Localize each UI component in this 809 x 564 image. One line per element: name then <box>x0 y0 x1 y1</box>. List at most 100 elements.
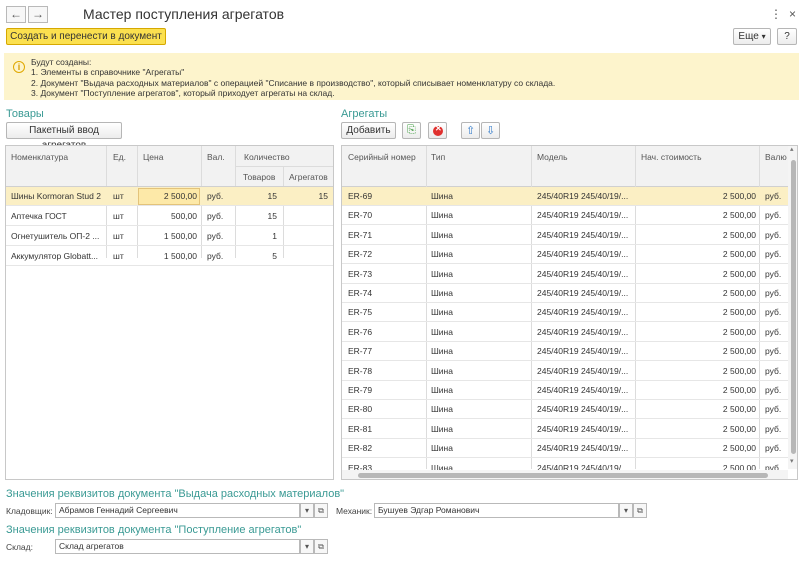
move-up-button[interactable]: ⇧ <box>461 122 480 139</box>
cell-price: 2 500,00 <box>163 191 197 201</box>
storekeeper-open-button[interactable]: ⧉ <box>314 503 328 518</box>
delete-button[interactable]: ✕ <box>428 122 447 139</box>
open-icon: ⧉ <box>318 542 324 551</box>
units-horizontal-scrollbar[interactable] <box>342 470 788 479</box>
cell-currency: руб. <box>765 365 782 376</box>
table-row[interactable]: ER-70 Шина 245/40R19 245/40/19/... 2 500,00… <box>342 206 788 226</box>
cell-cost: 2 500,00 <box>722 191 756 201</box>
column-header-currency[interactable]: Вал. <box>207 152 225 162</box>
column-header-unit[interactable]: Ед. <box>113 152 126 162</box>
storekeeper-field[interactable]: Абрамов Геннадий Сергеевич <box>55 503 300 518</box>
cell-cost: 2 500,00 <box>722 268 756 279</box>
cell-model: 245/40R19 245/40/19/... <box>537 249 629 260</box>
cell-item: Аккумулятор Globatt... <box>11 251 99 261</box>
table-row[interactable]: ER-71 Шина 245/40R19 245/40/19/... 2 500,00… <box>342 226 788 245</box>
cell-currency: руб. <box>765 229 782 240</box>
cell-serial: ER-72 <box>348 249 373 260</box>
cell-serial: ER-71 <box>348 229 373 240</box>
cell-cost: 2 500,00 <box>722 346 756 357</box>
table-row[interactable]: Шины Kormoran Stud 2 шт 2 500,00 руб. 15… <box>6 187 333 206</box>
add-button[interactable]: Добавить <box>341 122 396 139</box>
info-line: 3. Документ "Поступление агрегатов", кот… <box>31 88 335 98</box>
units-vertical-scrollbar[interactable]: ▴ ▾ <box>788 146 797 469</box>
batch-input-button[interactable]: Пакетный ввод агрегатов <box>6 122 122 151</box>
column-header-model[interactable]: Модель <box>537 152 568 162</box>
warehouse-dropdown-button[interactable]: ▾ <box>300 539 314 554</box>
forward-button[interactable]: → <box>28 6 48 23</box>
column-header-quantity[interactable]: Количество <box>244 152 290 162</box>
open-icon: ⧉ <box>637 506 643 515</box>
table-row[interactable]: ER-79 Шина 245/40R19 245/40/19/... 2 500,00… <box>342 381 788 400</box>
cell-item: Шины Kormoran Stud 2 <box>11 191 101 201</box>
scroll-down-icon[interactable]: ▾ <box>790 457 794 465</box>
cell-type: Шина <box>431 249 453 260</box>
cell-price: 1 500,00 <box>163 251 197 261</box>
copy-button[interactable]: ⎘ <box>402 122 421 139</box>
vertical-scroll-thumb[interactable] <box>791 160 796 454</box>
goods-table[interactable]: Номенклатура Ед. Цена Вал. Количество То… <box>5 145 334 480</box>
warehouse-open-button[interactable]: ⧉ <box>314 539 328 554</box>
cell-model: 245/40R19 245/40/19/... <box>537 288 629 298</box>
arrow-left-icon: ← <box>10 7 22 21</box>
cell-type: Шина <box>431 365 453 376</box>
cell-serial: ER-80 <box>348 404 373 415</box>
column-header-item[interactable]: Номенклатура <box>11 152 68 162</box>
move-down-button[interactable]: ⇩ <box>481 122 500 139</box>
storekeeper-dropdown-button[interactable]: ▾ <box>300 503 314 518</box>
table-row[interactable]: Огнетушитель ОП-2 ... шт 1 500,00 руб. 1 <box>6 227 333 246</box>
table-row[interactable]: ER-77 Шина 245/40R19 245/40/19/... 2 500,00… <box>342 342 788 362</box>
cell-serial: ER-74 <box>348 288 373 298</box>
table-row[interactable]: Аккумулятор Globatt... шт 1 500,00 руб. … <box>6 247 333 266</box>
units-table[interactable]: Серийный номер Тип Модель Нач. стоимость… <box>341 145 798 480</box>
warehouse-label: Склад: <box>6 542 33 552</box>
scroll-up-icon[interactable]: ▴ <box>790 146 794 153</box>
receipt-doc-title: Значения реквизитов документа "Поступлен… <box>6 524 302 536</box>
mechanic-open-button[interactable]: ⧉ <box>633 503 647 518</box>
table-row[interactable]: ER-78 Шина 245/40R19 245/40/19/... 2 500,00… <box>342 362 788 381</box>
table-row[interactable]: ER-82 Шина 245/40R19 245/40/19/... 2 500,00… <box>342 439 788 459</box>
table-row[interactable]: ER-75 Шина 245/40R19 245/40/19/... 2 500,00… <box>342 303 788 323</box>
column-header-qty-units[interactable]: Агрегатов <box>289 172 328 182</box>
cell-currency: руб. <box>765 210 782 221</box>
cell-type: Шина <box>431 288 453 298</box>
units-section-title: Агрегаты <box>341 108 388 120</box>
column-header-currency[interactable]: Валю <box>765 152 787 162</box>
cell-unit: шт <box>113 251 124 261</box>
column-header-qty-goods[interactable]: Товаров <box>243 172 275 182</box>
horizontal-scroll-thumb[interactable] <box>358 473 768 478</box>
cell-type: Шина <box>431 307 453 318</box>
back-button[interactable]: ← <box>6 6 26 23</box>
more-button[interactable]: Еще ▾ <box>733 28 771 45</box>
cell-cost: 2 500,00 <box>722 210 756 221</box>
table-row[interactable]: ER-72 Шина 245/40R19 245/40/19/... 2 500,00… <box>342 245 788 265</box>
cell-serial: ER-78 <box>348 365 373 376</box>
cell-type: Шина <box>431 326 453 337</box>
warehouse-field[interactable]: Склад агрегатов <box>55 539 300 554</box>
column-header-type[interactable]: Тип <box>431 152 445 162</box>
table-row[interactable]: ER-73 Шина 245/40R19 245/40/19/... 2 500,00… <box>342 265 788 284</box>
cell-serial: ER-70 <box>348 210 373 221</box>
table-row[interactable]: ER-76 Шина 245/40R19 245/40/19/... 2 500,00… <box>342 323 788 342</box>
help-button[interactable]: ? <box>777 28 797 45</box>
table-row[interactable]: ER-74 Шина 245/40R19 245/40/19/... 2 500,00… <box>342 284 788 303</box>
mechanic-field[interactable]: Бушуев Эдгар Романович <box>374 503 619 518</box>
cell-currency: руб. <box>765 307 782 318</box>
table-row[interactable]: ER-81 Шина 245/40R19 245/40/19/... 2 500,00… <box>342 420 788 439</box>
column-header-serial[interactable]: Серийный номер <box>348 152 416 162</box>
cell-cost: 2 500,00 <box>722 385 756 395</box>
mechanic-dropdown-button[interactable]: ▾ <box>619 503 633 518</box>
column-header-price[interactable]: Цена <box>143 152 163 162</box>
arrow-up-icon: ⇧ <box>466 125 476 137</box>
table-row[interactable]: ER-80 Шина 245/40R19 245/40/19/... 2 500,00… <box>342 400 788 420</box>
cell-serial: ER-79 <box>348 385 373 395</box>
table-row[interactable]: Аптечка ГОСТ шт 500,00 руб. 15 <box>6 207 333 226</box>
create-and-transfer-button[interactable]: Создать и перенести в документ <box>6 28 166 45</box>
table-row[interactable]: ER-69 Шина 245/40R19 245/40/19/... 2 500,00… <box>342 187 788 206</box>
cell-item: Аптечка ГОСТ <box>11 211 67 221</box>
cell-model: 245/40R19 245/40/19/... <box>537 404 629 415</box>
more-actions-icon[interactable]: ⋮ <box>770 7 782 21</box>
cell-model: 245/40R19 245/40/19/... <box>537 210 629 221</box>
cell-type: Шина <box>431 229 453 240</box>
column-header-cost[interactable]: Нач. стоимость <box>641 152 702 162</box>
close-icon[interactable]: × <box>789 7 796 21</box>
